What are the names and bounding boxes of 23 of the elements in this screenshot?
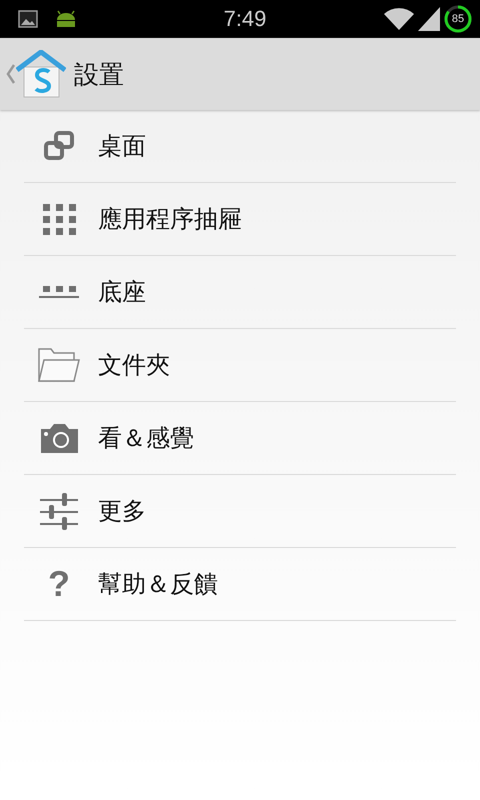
wifi-icon — [384, 8, 414, 30]
settings-item[interactable]: 看＆感覺 — [24, 402, 456, 475]
home-logo-icon[interactable] — [16, 50, 66, 98]
settings-item[interactable]: 更多 — [24, 475, 456, 548]
sliders-icon — [40, 492, 78, 530]
signal-icon — [418, 7, 440, 31]
dock-icon — [39, 286, 79, 298]
camera-icon — [40, 424, 78, 452]
settings-item[interactable]: 底座 — [24, 256, 456, 329]
question-icon: ? — [48, 566, 70, 602]
image-icon — [18, 10, 38, 28]
battery-icon: 85 — [444, 5, 472, 33]
grid-icon — [42, 204, 76, 234]
status-time: 7:49 — [222, 6, 268, 32]
settings-item[interactable]: 文件夾 — [24, 329, 456, 402]
settings-item[interactable]: 桌面 — [24, 110, 456, 183]
settings-item[interactable]: ? 幫助＆反饋 — [24, 548, 456, 621]
settings-item[interactable]: 應用程序抽屜 — [24, 183, 456, 256]
app-bar-title: 設置 — [74, 58, 124, 90]
back-icon[interactable] — [6, 64, 16, 84]
windows-icon — [43, 130, 75, 162]
android-icon — [54, 9, 78, 29]
folder-icon — [38, 348, 80, 382]
